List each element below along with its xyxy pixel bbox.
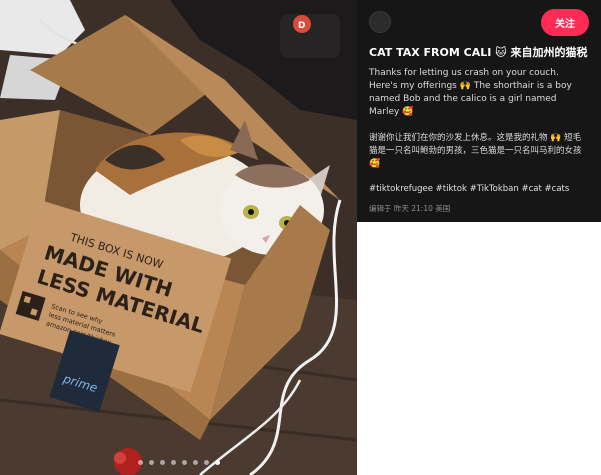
carousel-dot[interactable] — [159, 460, 165, 465]
post-title: CAT TAX FROM CALI 🐱 来自加州的猫税 — [369, 46, 588, 59]
post-photo[interactable]: D THIS BOX IS NOW MADE WITH LESS MATERIA… — [0, 0, 357, 475]
post-header: 关注 — [369, 8, 589, 36]
carousel-indicator[interactable] — [0, 460, 357, 465]
carousel-dot[interactable] — [181, 460, 187, 465]
post-description-zh: 谢谢你让我们在你的沙发上休息。这是我的礼物 🙌 短毛猫是一只名叫鲍勃的男孩，三色… — [369, 132, 589, 171]
smiling-hearts-emoji-zh: 🥰 — [369, 159, 381, 169]
post-panel: 关注 CAT TAX FROM CALI 🐱 来自加州的猫税 Thanks fo… — [357, 0, 601, 222]
carousel-dot[interactable] — [214, 460, 220, 465]
hashtag-tiktok[interactable]: #tiktok — [436, 184, 467, 194]
carousel-dot[interactable] — [203, 460, 209, 465]
post-viewer: D THIS BOX IS NOW MADE WITH LESS MATERIA… — [0, 0, 601, 475]
post-meta: 编辑于 昨天 21:10 美国 — [369, 204, 451, 213]
description-zh-part1: 谢谢你让我们在你的沙发上休息。这是我的礼物 — [369, 133, 548, 143]
carousel-dot[interactable] — [137, 460, 143, 465]
smiling-hearts-emoji: 🥰 — [402, 107, 414, 117]
carousel-dot[interactable] — [192, 460, 198, 465]
carousel-dot[interactable] — [148, 460, 154, 465]
comments-area — [357, 222, 601, 475]
raised-hands-emoji-zh: 🙌 — [550, 133, 562, 143]
author-avatar[interactable] — [369, 11, 391, 33]
cat-in-box-image: D THIS BOX IS NOW MADE WITH LESS MATERIA… — [0, 0, 357, 475]
hashtag-cat[interactable]: #cat — [521, 184, 541, 194]
raised-hands-emoji: 🙌 — [459, 81, 471, 91]
hashtag-tiktokban[interactable]: #TikTokban — [470, 184, 519, 194]
follow-button[interactable]: 关注 — [541, 8, 589, 36]
hashtag-tiktokrefugee[interactable]: #tiktokrefugee — [369, 184, 433, 194]
hashtag-list: #tiktokrefugee #tiktok #TikTokban #cat #… — [369, 184, 589, 194]
svg-text:D: D — [298, 21, 305, 31]
hashtag-cats[interactable]: #cats — [545, 184, 570, 194]
post-description-en: Thanks for letting us crash on your couc… — [369, 67, 589, 119]
carousel-dot[interactable] — [170, 460, 176, 465]
